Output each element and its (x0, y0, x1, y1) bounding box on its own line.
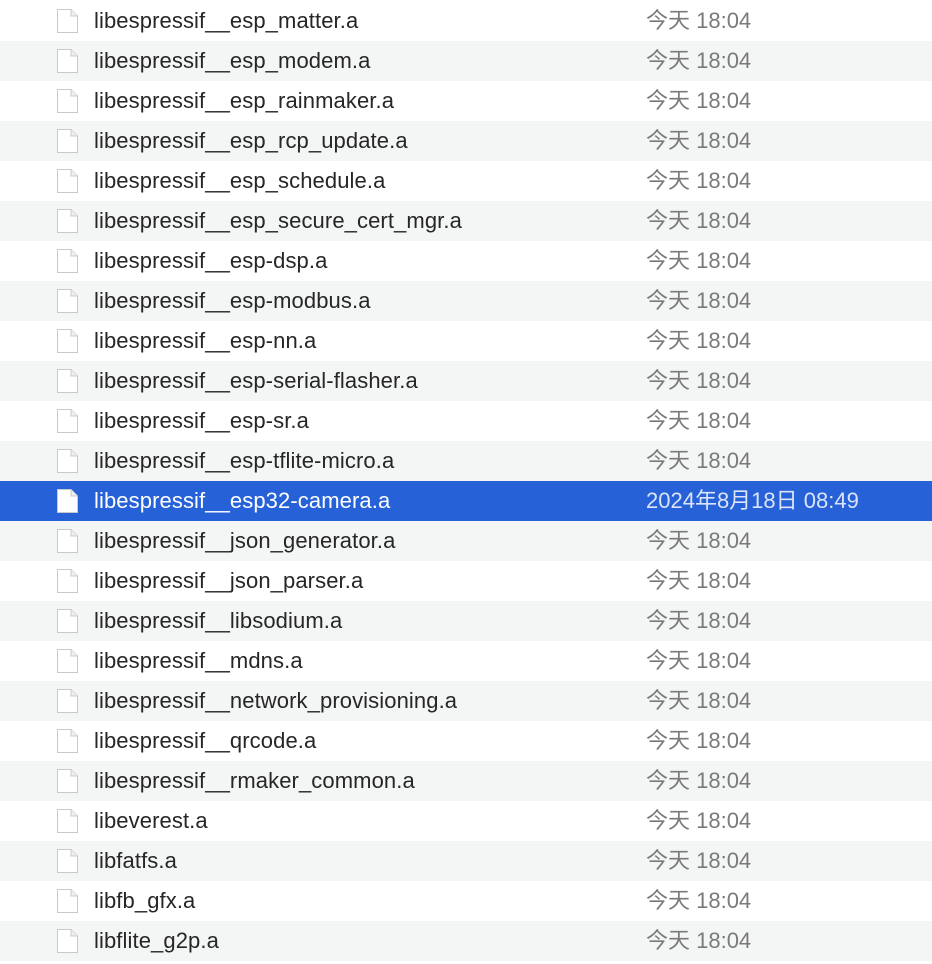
document-icon (55, 808, 80, 834)
file-row[interactable]: libespressif__esp-serial-flasher.a 今天 18… (0, 361, 932, 401)
document-icon (55, 408, 80, 434)
document-icon (55, 888, 80, 914)
file-modified-date: 今天 18:04 (646, 728, 752, 753)
document-icon (55, 568, 80, 594)
file-modified-date: 今天 18:04 (646, 288, 752, 313)
file-name: libflite_g2p.a (94, 928, 219, 953)
document-icon (55, 328, 80, 354)
file-row[interactable]: libespressif__esp-nn.a 今天 18:04 (0, 321, 932, 361)
file-name: libespressif__esp32-camera.a (94, 488, 391, 513)
document-icon (55, 928, 80, 954)
file-modified-date: 今天 18:04 (646, 848, 752, 873)
document-icon (55, 88, 80, 114)
file-name: libespressif__esp_rcp_update.a (94, 128, 408, 153)
file-modified-date: 今天 18:04 (646, 88, 752, 113)
file-name: libespressif__esp-serial-flasher.a (94, 368, 418, 393)
file-row[interactable]: libespressif__libsodium.a 今天 18:04 (0, 601, 932, 641)
file-modified-date: 今天 18:04 (646, 128, 752, 153)
file-modified-date: 今天 18:04 (646, 8, 752, 33)
file-modified-date: 今天 18:04 (646, 808, 752, 833)
file-name: libespressif__esp_schedule.a (94, 168, 386, 193)
file-row[interactable]: libespressif__json_parser.a 今天 18:04 (0, 561, 932, 601)
file-modified-date: 今天 18:04 (646, 928, 752, 953)
file-name: libespressif__esp-tflite-micro.a (94, 448, 395, 473)
file-row[interactable]: libfb_gfx.a 今天 18:04 (0, 881, 932, 921)
file-row[interactable]: libespressif__esp_secure_cert_mgr.a 今天 1… (0, 201, 932, 241)
document-icon (55, 448, 80, 474)
file-row[interactable]: libespressif__rmaker_common.a 今天 18:04 (0, 761, 932, 801)
file-modified-date: 今天 18:04 (646, 528, 752, 553)
document-icon (55, 768, 80, 794)
file-name: libespressif__rmaker_common.a (94, 768, 415, 793)
file-row[interactable]: libespressif__esp-modbus.a 今天 18:04 (0, 281, 932, 321)
file-row[interactable]: libespressif__esp_schedule.a 今天 18:04 (0, 161, 932, 201)
file-modified-date: 今天 18:04 (646, 168, 752, 193)
file-row[interactable]: libespressif__mdns.a 今天 18:04 (0, 641, 932, 681)
document-icon (55, 648, 80, 674)
file-modified-date: 今天 18:04 (646, 208, 752, 233)
file-modified-date: 今天 18:04 (646, 568, 752, 593)
file-row[interactable]: libespressif__esp-tflite-micro.a 今天 18:0… (0, 441, 932, 481)
file-name: libespressif__qrcode.a (94, 728, 317, 753)
document-icon (55, 48, 80, 74)
file-name: libespressif__esp-nn.a (94, 328, 317, 353)
file-name: libespressif__esp_rainmaker.a (94, 88, 395, 113)
document-icon (55, 168, 80, 194)
file-row[interactable]: libespressif__esp_rcp_update.a 今天 18:04 (0, 121, 932, 161)
document-icon (55, 128, 80, 154)
file-row[interactable]: libespressif__qrcode.a 今天 18:04 (0, 721, 932, 761)
file-name: libfatfs.a (94, 848, 177, 873)
file-row[interactable]: libflite_g2p.a 今天 18:04 (0, 921, 932, 961)
file-name: libespressif__esp_matter.a (94, 8, 359, 33)
file-modified-date: 今天 18:04 (646, 248, 752, 273)
file-name: libespressif__esp_secure_cert_mgr.a (94, 208, 462, 233)
file-name: libespressif__esp-modbus.a (94, 288, 371, 313)
file-modified-date: 今天 18:04 (646, 48, 752, 73)
document-icon (55, 848, 80, 874)
file-modified-date: 今天 18:04 (646, 648, 752, 673)
file-row[interactable]: libespressif__esp-sr.a 今天 18:04 (0, 401, 932, 441)
file-name: libespressif__esp-dsp.a (94, 248, 328, 273)
file-row[interactable]: libeverest.a 今天 18:04 (0, 801, 932, 841)
document-icon (55, 728, 80, 754)
file-modified-date: 今天 18:04 (646, 608, 752, 633)
file-name: libespressif__libsodium.a (94, 608, 343, 633)
document-icon (55, 8, 80, 34)
file-name: libespressif__mdns.a (94, 648, 303, 673)
file-name: libespressif__network_provisioning.a (94, 688, 458, 713)
file-row[interactable]: libespressif__json_generator.a 今天 18:04 (0, 521, 932, 561)
file-row[interactable]: libespressif__esp_modem.a 今天 18:04 (0, 41, 932, 81)
file-modified-date: 今天 18:04 (646, 368, 752, 393)
document-icon (55, 208, 80, 234)
file-modified-date: 今天 18:04 (646, 448, 752, 473)
file-name: libfb_gfx.a (94, 888, 196, 913)
file-name: libespressif__json_generator.a (94, 528, 396, 553)
file-row[interactable]: libespressif__esp_matter.a 今天 18:04 (0, 1, 932, 41)
file-modified-date: 今天 18:04 (646, 688, 752, 713)
file-row[interactable]: libespressif__network_provisioning.a 今天 … (0, 681, 932, 721)
file-list: libespressif__esp_matter.a 今天 18:04 libe… (0, 0, 932, 964)
document-icon (55, 288, 80, 314)
file-modified-date: 今天 18:04 (646, 328, 752, 353)
file-modified-date: 今天 18:04 (646, 888, 752, 913)
document-icon (55, 248, 80, 274)
file-name: libespressif__esp-sr.a (94, 408, 309, 433)
document-icon (55, 368, 80, 394)
file-modified-date: 今天 18:04 (646, 768, 752, 793)
document-icon (55, 528, 80, 554)
document-icon (55, 488, 80, 514)
file-name: libespressif__json_parser.a (94, 568, 364, 593)
file-row[interactable]: libfatfs.a 今天 18:04 (0, 841, 932, 881)
document-icon (55, 688, 80, 714)
file-row-selected[interactable]: libespressif__esp32-camera.a 2024年8月18日 … (0, 481, 932, 521)
file-row[interactable]: libespressif__esp-dsp.a 今天 18:04 (0, 241, 932, 281)
file-name: libeverest.a (94, 808, 208, 833)
file-name: libespressif__esp_modem.a (94, 48, 371, 73)
file-modified-date: 2024年8月18日 08:49 (646, 488, 859, 513)
document-icon (55, 608, 80, 634)
file-modified-date: 今天 18:04 (646, 408, 752, 433)
file-row[interactable]: libespressif__esp_rainmaker.a 今天 18:04 (0, 81, 932, 121)
